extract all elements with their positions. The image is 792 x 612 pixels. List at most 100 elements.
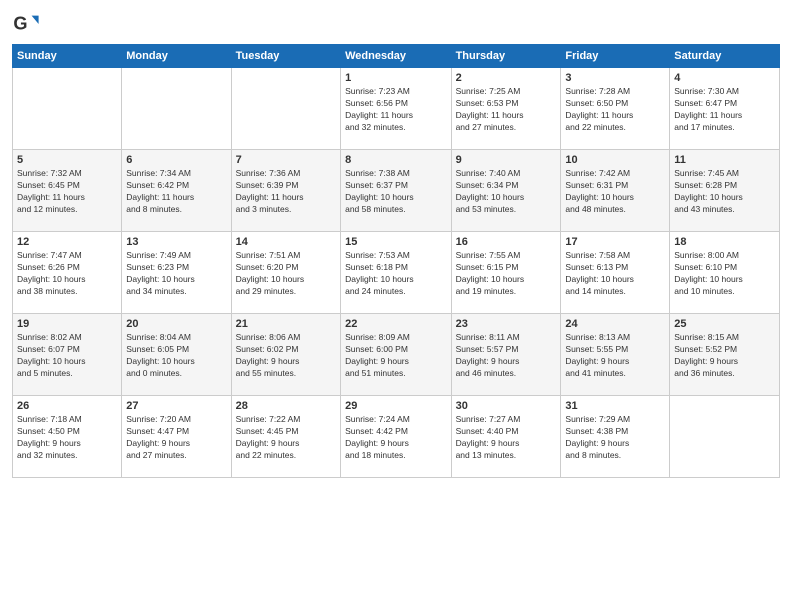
svg-text:G: G	[13, 14, 27, 34]
calendar-cell: 24Sunrise: 8:13 AM Sunset: 5:55 PM Dayli…	[561, 314, 670, 396]
day-info: Sunrise: 7:18 AM Sunset: 4:50 PM Dayligh…	[17, 414, 117, 462]
calendar-week-row: 12 Sunrise: 7:47 AM Sunset: 6:26 PM Dayli…	[13, 232, 780, 314]
day-info: Sunrise: 8:04 AM Sunset: 6:05 PM Dayligh…	[126, 332, 226, 380]
calendar-cell: 16 Sunrise: 7:55 AM Sunset: 6:15 PM Dayli…	[451, 232, 561, 314]
day-number: 9	[456, 154, 557, 166]
day-info: Sunrise: 7:40 AM Sunset: 6:34 PM Dayligh…	[456, 168, 557, 216]
day-number: 14	[236, 236, 336, 248]
calendar-header-cell: Friday	[561, 45, 670, 68]
calendar-cell: 14 Sunrise: 7:51 AM Sunset: 6:20 PM Dayli…	[231, 232, 340, 314]
calendar-cell: 3 Sunrise: 7:28 AM Sunset: 6:50 PM Daylig…	[561, 68, 670, 150]
day-number: 19	[17, 318, 117, 330]
header: G	[12, 10, 780, 38]
day-number: 16	[456, 236, 557, 248]
day-info: Sunrise: 8:11 AM Sunset: 5:57 PM Dayligh…	[456, 332, 557, 380]
day-info: Sunrise: 7:22 AM Sunset: 4:45 PM Dayligh…	[236, 414, 336, 462]
day-info: Sunrise: 7:24 AM Sunset: 4:42 PM Dayligh…	[345, 414, 446, 462]
calendar-cell: 20 Sunrise: 8:04 AM Sunset: 6:05 PM Dayli…	[122, 314, 231, 396]
calendar-cell: 2 Sunrise: 7:25 AM Sunset: 6:53 PM Daylig…	[451, 68, 561, 150]
calendar-cell: 25 Sunrise: 8:15 AM Sunset: 5:52 PM Dayli…	[670, 314, 780, 396]
day-info: Sunrise: 7:45 AM Sunset: 6:28 PM Dayligh…	[674, 168, 775, 216]
day-info: Sunrise: 7:47 AM Sunset: 6:26 PM Dayligh…	[17, 250, 117, 298]
calendar-cell	[13, 68, 122, 150]
day-number: 7	[236, 154, 336, 166]
calendar-header-cell: Monday	[122, 45, 231, 68]
logo: G	[12, 10, 44, 38]
calendar-cell: 7Sunrise: 7:36 AM Sunset: 6:39 PM Daylig…	[231, 150, 340, 232]
day-number: 18	[674, 236, 775, 248]
day-info: Sunrise: 8:15 AM Sunset: 5:52 PM Dayligh…	[674, 332, 775, 380]
calendar-cell	[670, 396, 780, 478]
day-info: Sunrise: 7:27 AM Sunset: 4:40 PM Dayligh…	[456, 414, 557, 462]
day-number: 21	[236, 318, 336, 330]
calendar-cell: 27 Sunrise: 7:20 AM Sunset: 4:47 PM Dayli…	[122, 396, 231, 478]
day-number: 12	[17, 236, 117, 248]
calendar-cell: 12 Sunrise: 7:47 AM Sunset: 6:26 PM Dayli…	[13, 232, 122, 314]
calendar-cell: 21 Sunrise: 8:06 AM Sunset: 6:02 PM Dayli…	[231, 314, 340, 396]
day-info: Sunrise: 7:20 AM Sunset: 4:47 PM Dayligh…	[126, 414, 226, 462]
calendar-cell: 17 Sunrise: 7:58 AM Sunset: 6:13 PM Dayli…	[561, 232, 670, 314]
day-number: 22	[345, 318, 446, 330]
day-number: 15	[345, 236, 446, 248]
calendar-cell: 23Sunrise: 8:11 AM Sunset: 5:57 PM Dayli…	[451, 314, 561, 396]
day-number: 30	[456, 400, 557, 412]
calendar-header-row: SundayMondayTuesdayWednesdayThursdayFrid…	[13, 45, 780, 68]
day-info: Sunrise: 8:00 AM Sunset: 6:10 PM Dayligh…	[674, 250, 775, 298]
calendar-cell: 13 Sunrise: 7:49 AM Sunset: 6:23 PM Dayli…	[122, 232, 231, 314]
day-number: 27	[126, 400, 226, 412]
day-info: Sunrise: 7:25 AM Sunset: 6:53 PM Dayligh…	[456, 86, 557, 134]
calendar-table: SundayMondayTuesdayWednesdayThursdayFrid…	[12, 44, 780, 478]
calendar-cell: 4 Sunrise: 7:30 AM Sunset: 6:47 PM Daylig…	[670, 68, 780, 150]
day-info: Sunrise: 7:30 AM Sunset: 6:47 PM Dayligh…	[674, 86, 775, 134]
calendar-cell: 31 Sunrise: 7:29 AM Sunset: 4:38 PM Dayli…	[561, 396, 670, 478]
day-info: Sunrise: 7:51 AM Sunset: 6:20 PM Dayligh…	[236, 250, 336, 298]
day-info: Sunrise: 7:58 AM Sunset: 6:13 PM Dayligh…	[565, 250, 665, 298]
day-number: 3	[565, 72, 665, 84]
day-number: 5	[17, 154, 117, 166]
day-number: 17	[565, 236, 665, 248]
calendar-cell	[122, 68, 231, 150]
day-info: Sunrise: 8:06 AM Sunset: 6:02 PM Dayligh…	[236, 332, 336, 380]
day-info: Sunrise: 7:29 AM Sunset: 4:38 PM Dayligh…	[565, 414, 665, 462]
calendar-cell: 22 Sunrise: 8:09 AM Sunset: 6:00 PM Dayli…	[341, 314, 451, 396]
calendar-cell: 10 Sunrise: 7:42 AM Sunset: 6:31 PM Dayli…	[561, 150, 670, 232]
day-info: Sunrise: 7:53 AM Sunset: 6:18 PM Dayligh…	[345, 250, 446, 298]
day-info: Sunrise: 8:13 AM Sunset: 5:55 PM Dayligh…	[565, 332, 665, 380]
day-info: Sunrise: 7:28 AM Sunset: 6:50 PM Dayligh…	[565, 86, 665, 134]
day-number: 13	[126, 236, 226, 248]
day-number: 29	[345, 400, 446, 412]
page-container: G SundayMondayTuesdayWednesdayThursdayFr…	[0, 0, 792, 612]
day-info: Sunrise: 7:34 AM Sunset: 6:42 PM Dayligh…	[126, 168, 226, 216]
calendar-cell: 29 Sunrise: 7:24 AM Sunset: 4:42 PM Dayli…	[341, 396, 451, 478]
day-info: Sunrise: 7:55 AM Sunset: 6:15 PM Dayligh…	[456, 250, 557, 298]
logo-icon: G	[12, 10, 40, 38]
calendar-cell: 30 Sunrise: 7:27 AM Sunset: 4:40 PM Dayli…	[451, 396, 561, 478]
day-info: Sunrise: 7:42 AM Sunset: 6:31 PM Dayligh…	[565, 168, 665, 216]
calendar-cell: 11 Sunrise: 7:45 AM Sunset: 6:28 PM Dayli…	[670, 150, 780, 232]
calendar-header-cell: Thursday	[451, 45, 561, 68]
calendar-header-cell: Tuesday	[231, 45, 340, 68]
calendar-cell: 18 Sunrise: 8:00 AM Sunset: 6:10 PM Dayli…	[670, 232, 780, 314]
day-number: 2	[456, 72, 557, 84]
calendar-cell: 5Sunrise: 7:32 AM Sunset: 6:45 PM Daylig…	[13, 150, 122, 232]
day-number: 25	[674, 318, 775, 330]
calendar-cell: 19 Sunrise: 8:02 AM Sunset: 6:07 PM Dayli…	[13, 314, 122, 396]
day-info: Sunrise: 7:23 AM Sunset: 6:56 PM Dayligh…	[345, 86, 446, 134]
day-info: Sunrise: 8:02 AM Sunset: 6:07 PM Dayligh…	[17, 332, 117, 380]
day-number: 6	[126, 154, 226, 166]
calendar-header-cell: Saturday	[670, 45, 780, 68]
day-number: 10	[565, 154, 665, 166]
day-info: Sunrise: 8:09 AM Sunset: 6:00 PM Dayligh…	[345, 332, 446, 380]
day-info: Sunrise: 7:49 AM Sunset: 6:23 PM Dayligh…	[126, 250, 226, 298]
calendar-week-row: 5Sunrise: 7:32 AM Sunset: 6:45 PM Daylig…	[13, 150, 780, 232]
calendar-cell: 26 Sunrise: 7:18 AM Sunset: 4:50 PM Dayli…	[13, 396, 122, 478]
day-number: 11	[674, 154, 775, 166]
day-number: 26	[17, 400, 117, 412]
day-number: 20	[126, 318, 226, 330]
calendar-week-row: 1Sunrise: 7:23 AM Sunset: 6:56 PM Daylig…	[13, 68, 780, 150]
day-number: 4	[674, 72, 775, 84]
calendar-cell: 15 Sunrise: 7:53 AM Sunset: 6:18 PM Dayli…	[341, 232, 451, 314]
calendar-cell: 28Sunrise: 7:22 AM Sunset: 4:45 PM Dayli…	[231, 396, 340, 478]
day-number: 31	[565, 400, 665, 412]
calendar-cell: 9 Sunrise: 7:40 AM Sunset: 6:34 PM Daylig…	[451, 150, 561, 232]
